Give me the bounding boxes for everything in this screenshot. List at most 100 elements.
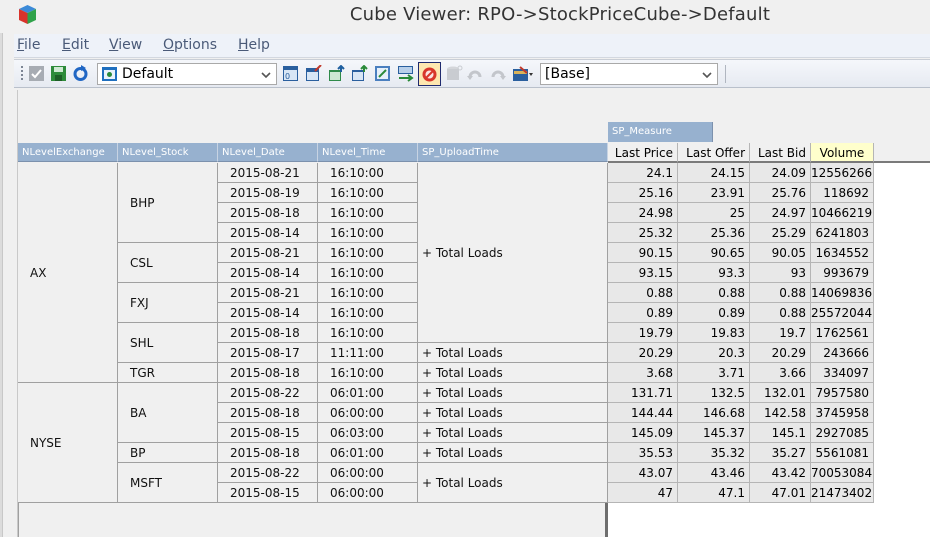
- cell-volume[interactable]: 334097: [811, 363, 874, 383]
- cell-last-price[interactable]: 25.16: [608, 183, 678, 203]
- cell-volume[interactable]: 70053084: [811, 463, 874, 483]
- row-member-time[interactable]: 16:10:00: [318, 243, 418, 263]
- cell-last-price[interactable]: 19.79: [608, 323, 678, 343]
- row-member-date[interactable]: 2015-08-18: [218, 443, 318, 463]
- row-member-stock[interactable]: FXJ: [118, 283, 218, 323]
- row-member-exchange[interactable]: AX: [18, 163, 118, 383]
- row-member-date[interactable]: 2015-08-14: [218, 303, 318, 323]
- row-member-date[interactable]: 2015-08-18: [218, 203, 318, 223]
- row-member-uploadtime[interactable]: + Total Loads: [418, 363, 608, 383]
- row-member-stock[interactable]: SHL: [118, 323, 218, 363]
- cell-last-bid[interactable]: 43.42: [750, 463, 811, 483]
- row-member-time[interactable]: 16:10:00: [318, 223, 418, 243]
- row-member-stock[interactable]: BP: [118, 443, 218, 463]
- sandbox-menu-icon[interactable]: [512, 65, 534, 82]
- row-dimension-nlevelexchange[interactable]: NLevelExchange: [18, 143, 118, 162]
- row-member-stock[interactable]: BHP: [118, 163, 218, 243]
- cell-volume[interactable]: 21473402: [811, 483, 874, 503]
- row-member-time[interactable]: 16:10:00: [318, 183, 418, 203]
- zero-suppress-icon[interactable]: [374, 65, 391, 82]
- cell-last-price[interactable]: 20.29: [608, 343, 678, 363]
- cell-volume[interactable]: 243666: [811, 343, 874, 363]
- row-member-time[interactable]: 11:11:00: [318, 343, 418, 363]
- cell-last-price[interactable]: 43.07: [608, 463, 678, 483]
- cell-last-offer[interactable]: 0.89: [678, 303, 750, 323]
- cell-last-bid[interactable]: 35.27: [750, 443, 811, 463]
- row-member-time[interactable]: 16:10:00: [318, 203, 418, 223]
- row-member-uploadtime[interactable]: + Total Loads: [418, 163, 608, 343]
- row-dimension-nlevel-date[interactable]: NLevel_Date: [218, 143, 318, 162]
- row-member-stock[interactable]: CSL: [118, 243, 218, 283]
- row-member-time[interactable]: 16:10:00: [318, 303, 418, 323]
- export-excel-icon[interactable]: [328, 65, 345, 82]
- cell-last-bid[interactable]: 25.76: [750, 183, 811, 203]
- cell-volume[interactable]: 118692: [811, 183, 874, 203]
- cell-last-price[interactable]: 0.88: [608, 283, 678, 303]
- cell-last-bid[interactable]: 145.1: [750, 423, 811, 443]
- cell-last-offer[interactable]: 35.32: [678, 443, 750, 463]
- row-member-time[interactable]: 06:00:00: [318, 463, 418, 483]
- cell-last-offer[interactable]: 25: [678, 203, 750, 223]
- refresh-icon[interactable]: [72, 65, 89, 82]
- row-member-date[interactable]: 2015-08-17: [218, 343, 318, 363]
- cell-last-price[interactable]: 24.98: [608, 203, 678, 223]
- column-dimension-sp-measure[interactable]: SP_Measure: [608, 122, 713, 142]
- row-member-uploadtime[interactable]: + Total Loads: [418, 343, 608, 363]
- export-slice-icon[interactable]: [351, 65, 368, 82]
- cell-last-offer[interactable]: 0.88: [678, 283, 750, 303]
- cell-last-bid[interactable]: 19.7: [750, 323, 811, 343]
- cell-volume[interactable]: 3745958: [811, 403, 874, 423]
- row-member-date[interactable]: 2015-08-21: [218, 163, 318, 183]
- auto-recalculate-icon[interactable]: [305, 65, 322, 82]
- cell-last-price[interactable]: 131.71: [608, 383, 678, 403]
- row-member-date[interactable]: 2015-08-21: [218, 243, 318, 263]
- cell-volume[interactable]: 1762561: [811, 323, 874, 343]
- row-member-stock[interactable]: MSFT: [118, 463, 218, 503]
- row-member-uploadtime[interactable]: + Total Loads: [418, 383, 608, 403]
- cell-last-bid[interactable]: 132.01: [750, 383, 811, 403]
- cell-last-price[interactable]: 24.1: [608, 163, 678, 183]
- row-member-date[interactable]: 2015-08-22: [218, 463, 318, 483]
- row-member-date[interactable]: 2015-08-18: [218, 323, 318, 343]
- row-member-date[interactable]: 2015-08-15: [218, 483, 318, 503]
- cell-last-price[interactable]: 145.09: [608, 423, 678, 443]
- cell-last-bid[interactable]: 3.66: [750, 363, 811, 383]
- recalculate-icon[interactable]: 0: [282, 65, 299, 82]
- cell-last-offer[interactable]: 132.5: [678, 383, 750, 403]
- row-member-date[interactable]: 2015-08-14: [218, 263, 318, 283]
- row-member-date[interactable]: 2015-08-15: [218, 423, 318, 443]
- cell-last-price[interactable]: 47: [608, 483, 678, 503]
- row-member-uploadtime[interactable]: + Total Loads: [418, 443, 608, 463]
- row-member-uploadtime[interactable]: + Total Loads: [418, 463, 608, 503]
- sandbox-select[interactable]: [Base]: [540, 63, 718, 85]
- column-header-last-price[interactable]: Last Price: [608, 143, 678, 163]
- cell-last-bid[interactable]: 47.01: [750, 483, 811, 503]
- row-member-time[interactable]: 16:10:00: [318, 363, 418, 383]
- menu-options[interactable]: Options: [163, 37, 217, 53]
- menu-help[interactable]: Help: [238, 37, 270, 53]
- row-member-date[interactable]: 2015-08-18: [218, 363, 318, 383]
- cell-volume[interactable]: 25572044: [811, 303, 874, 323]
- cell-last-offer[interactable]: 47.1: [678, 483, 750, 503]
- cell-last-bid[interactable]: 142.58: [750, 403, 811, 423]
- row-member-date[interactable]: 2015-08-14: [218, 223, 318, 243]
- cell-volume[interactable]: 14069836: [811, 283, 874, 303]
- column-header-volume[interactable]: Volume: [811, 143, 874, 163]
- cell-last-bid[interactable]: 24.09: [750, 163, 811, 183]
- cell-last-offer[interactable]: 23.91: [678, 183, 750, 203]
- row-member-date[interactable]: 2015-08-22: [218, 383, 318, 403]
- cell-volume[interactable]: 993679: [811, 263, 874, 283]
- menu-edit[interactable]: Edit: [62, 37, 89, 53]
- row-member-time[interactable]: 16:10:00: [318, 163, 418, 183]
- cell-last-price[interactable]: 144.44: [608, 403, 678, 423]
- cell-last-offer[interactable]: 146.68: [678, 403, 750, 423]
- cell-last-offer[interactable]: 93.3: [678, 263, 750, 283]
- row-member-uploadtime[interactable]: + Total Loads: [418, 423, 608, 443]
- move-rows-icon[interactable]: [397, 65, 414, 82]
- cell-last-offer[interactable]: 43.46: [678, 463, 750, 483]
- cell-last-bid[interactable]: 0.88: [750, 303, 811, 323]
- row-dimension-nlevel-time[interactable]: NLevel_Time: [318, 143, 418, 162]
- cell-last-bid[interactable]: 25.29: [750, 223, 811, 243]
- suppress-zeros-toggle[interactable]: [418, 62, 441, 86]
- cell-volume[interactable]: 10466219: [811, 203, 874, 223]
